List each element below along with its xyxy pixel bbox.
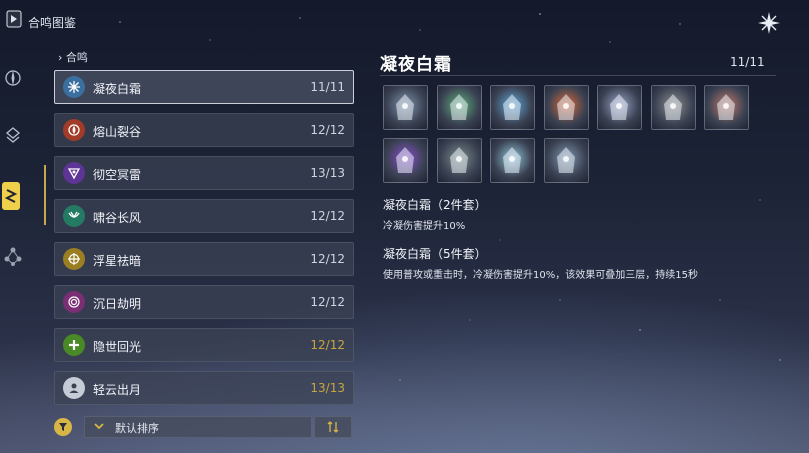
list-item[interactable]: 轻云出月 13/13 xyxy=(54,371,354,405)
rail-tab-nodes[interactable] xyxy=(0,242,26,270)
detail-title: 凝夜白霜 xyxy=(380,55,452,75)
echo-orb-icon[interactable] xyxy=(383,138,428,183)
list-item-count: 13/13 xyxy=(310,166,345,180)
echo-golem-icon[interactable] xyxy=(436,138,482,183)
sort-order-button[interactable] xyxy=(314,416,352,438)
nodes-icon xyxy=(4,247,22,266)
list-item[interactable]: 啸谷长风 12/12 xyxy=(54,199,354,233)
list-item[interactable]: 彻空冥雷 13/13 xyxy=(54,156,354,190)
snowflake-icon xyxy=(63,76,85,98)
section-label: 合鸣 xyxy=(65,51,88,64)
list-item-count: 12/12 xyxy=(310,338,345,352)
filter-button[interactable] xyxy=(54,418,72,436)
set2-title: 凝夜白霜（2件套） xyxy=(383,198,487,212)
echo-blade-icon[interactable] xyxy=(383,85,428,130)
echo-frost-dragon-icon[interactable] xyxy=(490,138,535,183)
layers-icon xyxy=(5,127,21,143)
list-item-name: 啸谷长风 xyxy=(93,211,142,225)
detail-count: 11/11 xyxy=(730,55,765,69)
list-item-name: 浮星祛暗 xyxy=(93,254,142,268)
top-bar: 合鸣图鉴 xyxy=(0,0,809,40)
list-item-name: 隐世回光 xyxy=(93,340,142,354)
chevron-down-icon xyxy=(94,423,104,430)
list-item[interactable]: 隐世回光 12/12 xyxy=(54,328,354,362)
close-button[interactable] xyxy=(754,8,784,38)
rail-tab-layers[interactable] xyxy=(0,122,26,150)
divider xyxy=(380,75,776,76)
flame-icon xyxy=(63,119,85,141)
list-item-count: 12/12 xyxy=(310,209,345,223)
thunder-icon xyxy=(63,162,85,184)
moon-icon xyxy=(63,377,85,399)
section-header: › 合鸣 xyxy=(58,49,88,65)
set2-text: 冷凝伤害提升10% xyxy=(383,221,466,232)
set5-title: 凝夜白霜（5件套） xyxy=(383,247,487,261)
sonata-icon xyxy=(4,189,18,203)
list-item-name: 凝夜白霜 xyxy=(93,82,142,96)
page-title: 合鸣图鉴 xyxy=(28,16,77,30)
side-rail xyxy=(0,56,26,276)
echo-flame-beast-icon[interactable] xyxy=(543,85,589,130)
close-icon xyxy=(758,12,780,34)
sort-dropdown[interactable]: 默认排序 xyxy=(84,416,312,438)
list-item-count: 13/13 xyxy=(310,381,345,395)
sort-bar: 默认排序 xyxy=(54,416,354,438)
cross-icon xyxy=(63,334,85,356)
list-item[interactable]: 浮星祛暗 12/12 xyxy=(54,242,354,276)
sort-order-icon xyxy=(327,421,339,433)
list-item-name: 彻空冥雷 xyxy=(93,168,142,182)
echo-knight-icon[interactable] xyxy=(597,85,642,130)
list-item-count: 12/12 xyxy=(310,295,345,309)
echo-mask-icon[interactable] xyxy=(704,85,749,130)
list-item-name: 沉日劫明 xyxy=(93,297,142,311)
filter-icon xyxy=(59,423,67,431)
echo-mech-icon[interactable] xyxy=(543,138,589,183)
list-item[interactable]: 凝夜白霜 11/11 xyxy=(54,70,354,104)
echo-puff-icon[interactable] xyxy=(436,85,482,130)
list-item[interactable]: 沉日劫明 12/12 xyxy=(54,285,354,319)
rail-tab-compass[interactable] xyxy=(0,64,26,92)
list-item-name: 轻云出月 xyxy=(93,383,142,397)
star-icon xyxy=(63,248,85,270)
chevron-right-icon: › xyxy=(58,51,63,64)
list-item-count: 12/12 xyxy=(310,252,345,266)
sort-label: 默认排序 xyxy=(115,422,159,435)
compass-icon xyxy=(5,70,21,86)
app-logo-icon xyxy=(6,10,22,28)
rail-tab-sonata[interactable] xyxy=(2,182,20,210)
list-item-count: 12/12 xyxy=(310,123,345,137)
list-item[interactable]: 熔山裂谷 12/12 xyxy=(54,113,354,147)
list-item-name: 熔山裂谷 xyxy=(93,125,142,139)
echo-armor-icon[interactable] xyxy=(650,85,696,130)
wind-icon xyxy=(63,205,85,227)
list-scroll-indicator xyxy=(44,165,46,225)
spiral-icon xyxy=(63,291,85,313)
set5-text: 使用普攻或重击时，冷凝伤害提升10%，该效果可叠加三层，持续15秒 xyxy=(383,270,698,281)
list-item-count: 11/11 xyxy=(310,80,345,94)
echo-crystal-icon[interactable] xyxy=(490,85,535,130)
